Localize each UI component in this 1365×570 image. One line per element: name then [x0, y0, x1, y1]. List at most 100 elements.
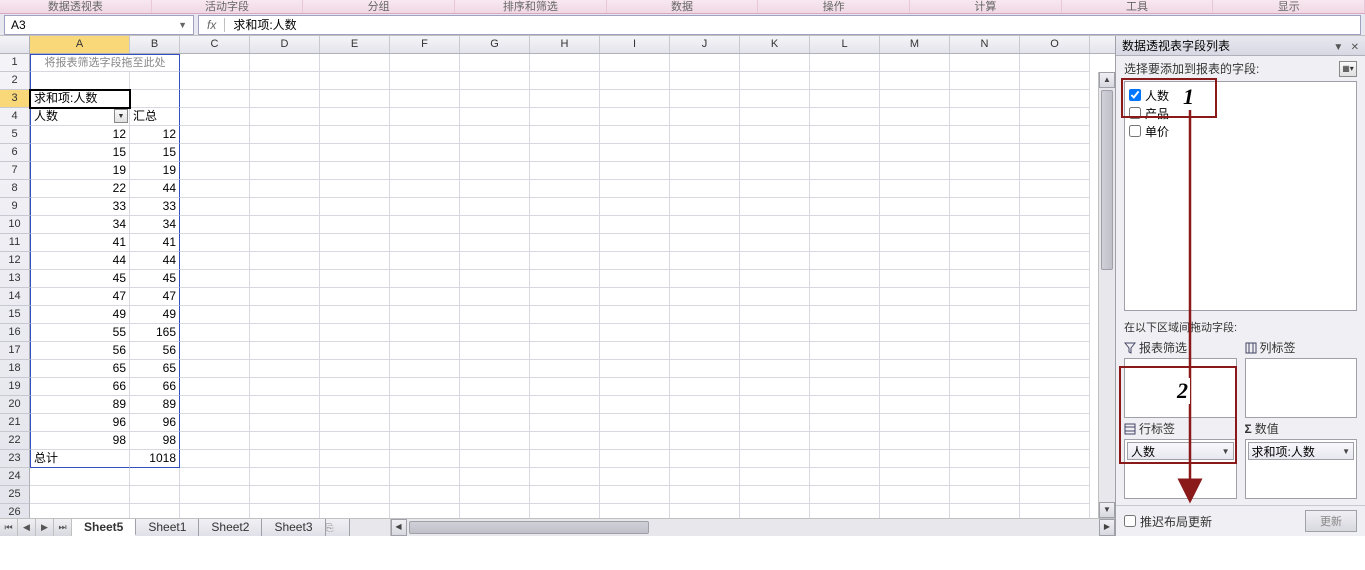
cell[interactable]: 165: [130, 324, 180, 342]
ribbon-tab[interactable]: 操作: [758, 0, 910, 13]
cell[interactable]: [600, 198, 670, 216]
horizontal-scrollbar[interactable]: ◀ ▶: [390, 519, 1116, 536]
cell[interactable]: [460, 342, 530, 360]
cell[interactable]: [1020, 306, 1090, 324]
cell[interactable]: [250, 90, 320, 108]
cell[interactable]: [1020, 450, 1090, 468]
cell[interactable]: [390, 288, 460, 306]
cell[interactable]: [460, 486, 530, 504]
cell[interactable]: [950, 396, 1020, 414]
cell[interactable]: [530, 486, 600, 504]
field-checkbox[interactable]: [1129, 125, 1141, 137]
cell[interactable]: [1020, 234, 1090, 252]
cell[interactable]: [1020, 396, 1090, 414]
cell[interactable]: [1020, 468, 1090, 486]
cell[interactable]: [180, 342, 250, 360]
cell[interactable]: [390, 360, 460, 378]
cell[interactable]: [880, 486, 950, 504]
cell[interactable]: [810, 306, 880, 324]
cell[interactable]: [600, 414, 670, 432]
ribbon-tab[interactable]: 排序和筛选: [455, 0, 607, 13]
cell[interactable]: [460, 54, 530, 72]
row-header[interactable]: 23: [0, 450, 30, 468]
cell[interactable]: [320, 234, 390, 252]
cell[interactable]: 98: [30, 432, 130, 450]
column-drop-area[interactable]: [1245, 358, 1358, 418]
cell[interactable]: [810, 342, 880, 360]
cell[interactable]: [880, 198, 950, 216]
cell[interactable]: [880, 450, 950, 468]
row-header[interactable]: 9: [0, 198, 30, 216]
cell[interactable]: [460, 360, 530, 378]
cell[interactable]: [180, 90, 250, 108]
cell[interactable]: [530, 72, 600, 90]
cell[interactable]: [810, 90, 880, 108]
cell[interactable]: [180, 414, 250, 432]
cell[interactable]: [250, 72, 320, 90]
cell[interactable]: [320, 144, 390, 162]
cell[interactable]: [250, 342, 320, 360]
cell[interactable]: [950, 252, 1020, 270]
sheet-tab[interactable]: Sheet3: [262, 519, 325, 536]
cell[interactable]: [670, 162, 740, 180]
cell[interactable]: [670, 54, 740, 72]
cell[interactable]: [880, 342, 950, 360]
cell[interactable]: [880, 216, 950, 234]
cell[interactable]: [460, 72, 530, 90]
cell[interactable]: [950, 324, 1020, 342]
cell[interactable]: [880, 108, 950, 126]
cell[interactable]: [460, 162, 530, 180]
row-header[interactable]: 21: [0, 414, 30, 432]
cell[interactable]: [670, 306, 740, 324]
next-sheet-icon[interactable]: ▶: [36, 519, 54, 536]
row-header[interactable]: 20: [0, 396, 30, 414]
cell[interactable]: [530, 324, 600, 342]
column-header[interactable]: C: [180, 36, 250, 53]
cell[interactable]: [950, 234, 1020, 252]
cell[interactable]: [1020, 126, 1090, 144]
cell[interactable]: [180, 378, 250, 396]
cell[interactable]: [1020, 90, 1090, 108]
cell[interactable]: [460, 324, 530, 342]
cell[interactable]: [250, 180, 320, 198]
cell[interactable]: [180, 468, 250, 486]
active-cell[interactable]: 求和项:人数: [30, 90, 130, 108]
cell[interactable]: 89: [30, 396, 130, 414]
cell[interactable]: [810, 288, 880, 306]
cell[interactable]: [460, 378, 530, 396]
cell[interactable]: [180, 162, 250, 180]
cell[interactable]: [530, 504, 600, 518]
cell[interactable]: [460, 504, 530, 518]
cell[interactable]: 44: [30, 252, 130, 270]
cell[interactable]: [810, 180, 880, 198]
sheet-tab[interactable]: Sheet2: [199, 519, 262, 536]
cell[interactable]: [320, 90, 390, 108]
row-header[interactable]: 11: [0, 234, 30, 252]
formula-bar[interactable]: fx 求和项:人数: [198, 15, 1361, 35]
cell[interactable]: [250, 414, 320, 432]
cell[interactable]: [460, 432, 530, 450]
cell[interactable]: [390, 180, 460, 198]
cell[interactable]: [950, 306, 1020, 324]
cell[interactable]: 47: [30, 288, 130, 306]
ribbon-tab[interactable]: 数据透视表: [0, 0, 152, 13]
close-icon[interactable]: ✕: [1351, 42, 1359, 53]
row-header[interactable]: 2: [0, 72, 30, 90]
cell[interactable]: [950, 162, 1020, 180]
cell[interactable]: [250, 288, 320, 306]
cell[interactable]: [600, 126, 670, 144]
update-button[interactable]: 更新: [1305, 510, 1357, 532]
cell[interactable]: [670, 72, 740, 90]
cell[interactable]: [130, 468, 180, 486]
cell[interactable]: [390, 324, 460, 342]
cell[interactable]: [460, 180, 530, 198]
cell[interactable]: [880, 414, 950, 432]
cell[interactable]: [320, 216, 390, 234]
value-drop-area[interactable]: 求和项:人数 ▼: [1245, 439, 1358, 499]
cell[interactable]: [1020, 162, 1090, 180]
cell[interactable]: [180, 504, 250, 518]
row-header[interactable]: 6: [0, 144, 30, 162]
cell[interactable]: [600, 234, 670, 252]
cell[interactable]: 96: [130, 414, 180, 432]
cell[interactable]: [670, 108, 740, 126]
